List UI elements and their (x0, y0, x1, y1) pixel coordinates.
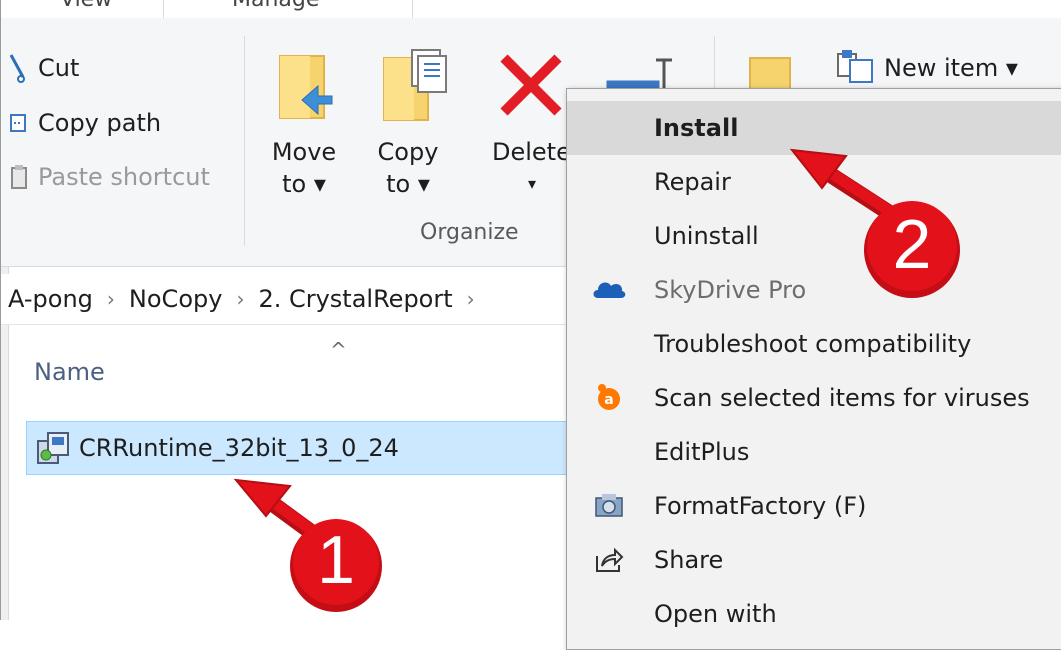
annotation-number-2: 2 (892, 205, 932, 283)
annotation-arrow-2 (789, 148, 896, 220)
annotation-overlay (233, 148, 960, 612)
annotation-number-1: 1 (317, 522, 355, 598)
